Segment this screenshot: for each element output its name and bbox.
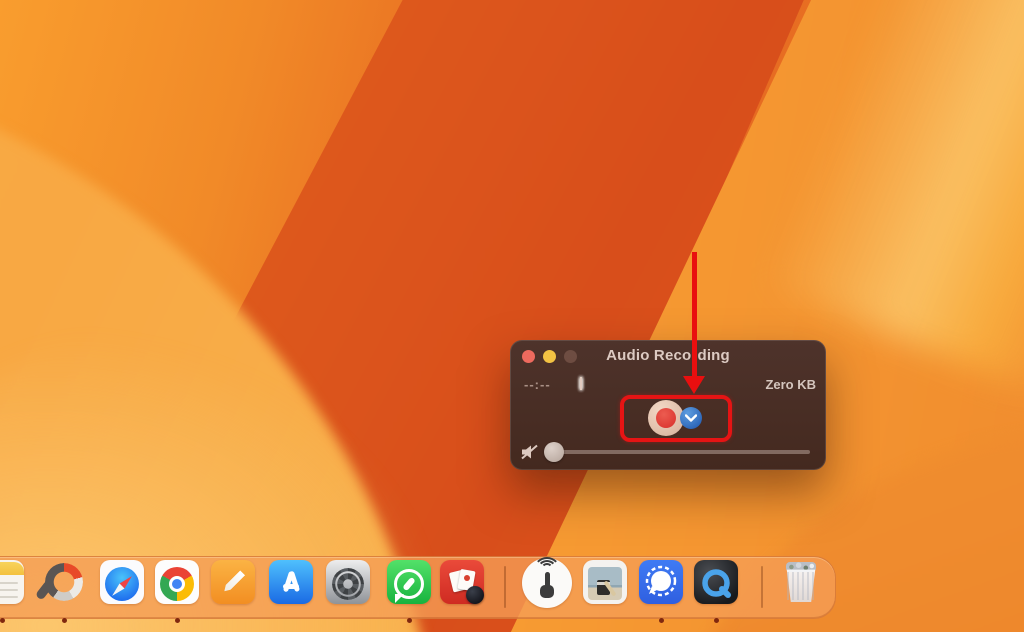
dock-item-system-settings[interactable] bbox=[326, 558, 370, 624]
dock-item-notes[interactable] bbox=[0, 558, 24, 624]
gesture-app-icon bbox=[522, 558, 572, 608]
dock-item-signal[interactable] bbox=[639, 558, 683, 624]
recording-timer: --:-- bbox=[524, 377, 551, 392]
zoom-button-disabled bbox=[564, 350, 577, 363]
window-title[interactable]: Audio Recording bbox=[510, 347, 826, 364]
level-meter bbox=[580, 377, 750, 390]
app-store-icon bbox=[269, 560, 313, 604]
file-size-label: Zero KB bbox=[746, 377, 816, 392]
dock-item-pages[interactable] bbox=[211, 558, 255, 624]
dock-item-app-store[interactable] bbox=[269, 558, 313, 624]
dock-divider bbox=[504, 566, 506, 608]
running-indicator bbox=[714, 618, 719, 623]
annotation-highlight-box bbox=[620, 395, 732, 442]
system-settings-icon bbox=[326, 560, 370, 604]
meter-bar bbox=[580, 377, 582, 390]
dock-item-photo-slides-app[interactable] bbox=[440, 558, 484, 624]
dock-item-safari[interactable] bbox=[100, 558, 144, 624]
running-indicator bbox=[407, 618, 412, 623]
whatsapp-icon bbox=[387, 560, 431, 604]
muted-speaker-icon[interactable] bbox=[520, 444, 540, 460]
signal-icon bbox=[639, 560, 683, 604]
desktop: Audio Recording --:-- Zero KB bbox=[0, 0, 1024, 632]
running-indicator bbox=[659, 618, 664, 623]
dock-item-quicktime[interactable] bbox=[694, 558, 738, 624]
dock-item-chrome[interactable] bbox=[155, 558, 199, 624]
pages-icon bbox=[211, 560, 255, 604]
running-indicator bbox=[0, 618, 5, 623]
volume-slider-track[interactable] bbox=[556, 450, 810, 454]
quicktime-icon bbox=[694, 560, 738, 604]
image-preview-file-icon bbox=[583, 560, 627, 604]
photo-slides-red-app-icon bbox=[440, 560, 484, 604]
dock-item-whatsapp[interactable] bbox=[387, 558, 431, 624]
running-indicator bbox=[62, 618, 67, 623]
dock-divider bbox=[761, 566, 763, 608]
close-button[interactable] bbox=[522, 350, 535, 363]
safari-icon bbox=[100, 560, 144, 604]
trash-full-icon bbox=[779, 558, 823, 606]
volume-slider-knob[interactable] bbox=[544, 442, 564, 462]
dock-item-trash[interactable] bbox=[779, 558, 823, 624]
dock-item-donut-chart-app[interactable] bbox=[42, 558, 86, 624]
dock-item-image-preview[interactable] bbox=[583, 558, 627, 624]
annotation-arrow-shaft bbox=[692, 252, 697, 378]
notes-app-icon bbox=[0, 560, 24, 604]
minimize-button[interactable] bbox=[543, 350, 556, 363]
dock-item-gesture-app[interactable] bbox=[522, 558, 574, 624]
annotation-arrow-head bbox=[683, 376, 705, 394]
chrome-icon bbox=[155, 560, 199, 604]
running-indicator bbox=[175, 618, 180, 623]
audio-recording-window: Audio Recording --:-- Zero KB bbox=[510, 340, 826, 470]
